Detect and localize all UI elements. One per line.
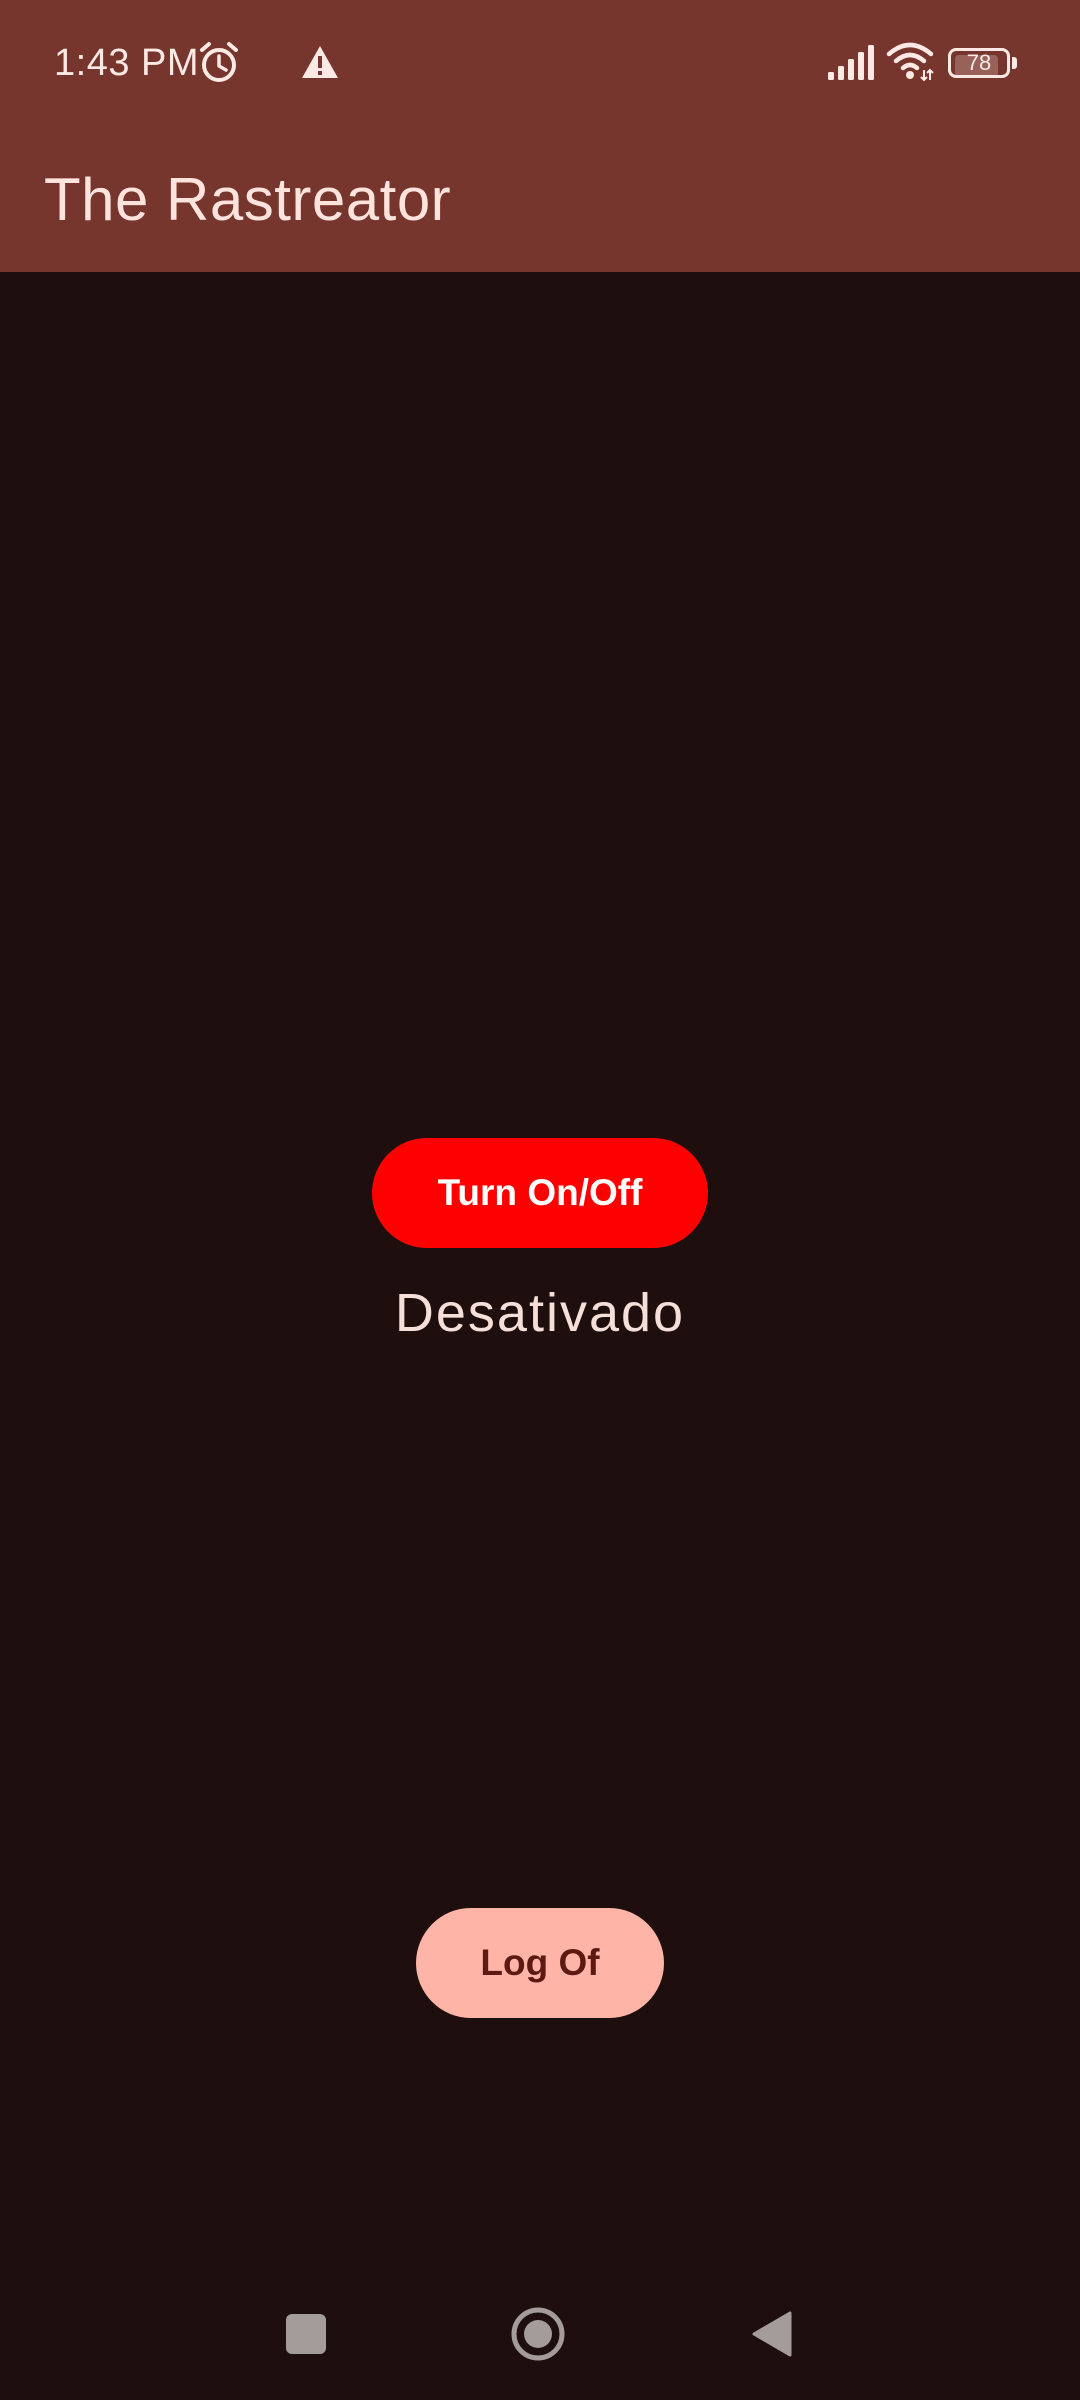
navigation-bar bbox=[0, 2270, 1080, 2400]
warning-icon bbox=[302, 46, 338, 78]
battery-icon: 78 bbox=[948, 48, 1018, 80]
recents-icon[interactable] bbox=[286, 2314, 326, 2354]
screen: 1:43 PM 78 The Rastreator Turn On/Off De… bbox=[0, 0, 1080, 2400]
turn-on-off-button[interactable]: Turn On/Off bbox=[372, 1138, 708, 1248]
log-off-button[interactable]: Log Of bbox=[416, 1908, 664, 2018]
wifi-icon bbox=[886, 42, 934, 82]
alarm-icon bbox=[200, 42, 238, 82]
back-icon[interactable] bbox=[750, 2310, 794, 2358]
battery-level: 78 bbox=[966, 50, 992, 75]
tracker-status-text: Desativado bbox=[394, 1283, 686, 1343]
app-title: The Rastreator bbox=[44, 166, 452, 233]
battery-tip bbox=[1012, 57, 1017, 69]
signal-icon bbox=[828, 45, 874, 80]
status-bar: 1:43 PM 78 bbox=[0, 0, 1080, 128]
app-bar: The Rastreator bbox=[0, 128, 1080, 272]
home-icon[interactable] bbox=[510, 2306, 566, 2362]
status-time: 1:43 PM bbox=[54, 42, 200, 84]
